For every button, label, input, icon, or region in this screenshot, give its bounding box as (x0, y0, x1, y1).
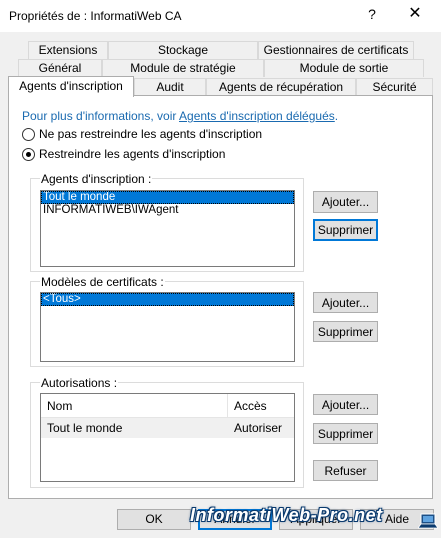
tab-module-sortie[interactable]: Module de sortie (264, 59, 424, 77)
templates-remove-button[interactable]: Supprimer (313, 321, 378, 342)
agents-add-button[interactable]: Ajouter... (313, 191, 378, 213)
info-text: Pour plus d'informations, voir Agents d'… (22, 109, 338, 123)
column-access[interactable]: Accès (228, 394, 267, 417)
delegated-agents-link[interactable]: Agents d'inscription délégués (179, 109, 335, 123)
list-item[interactable]: <Tous> (41, 293, 294, 306)
templates-listbox[interactable]: <Tous> (40, 292, 295, 362)
permissions-remove-button[interactable]: Supprimer (313, 423, 378, 444)
agents-listbox[interactable]: Tout le monde INFORMATIWEB\IWAgent (40, 190, 295, 267)
deny-button[interactable]: Refuser (313, 460, 378, 481)
row-access: Autoriser (234, 421, 283, 435)
radio-label: Ne pas restreindre les agents d'inscript… (39, 127, 263, 141)
title-bar: Propriétés de : InformatiWeb CA ? ✕ (0, 0, 441, 32)
ok-button[interactable]: OK (117, 509, 191, 530)
column-name[interactable]: Nom (41, 394, 228, 417)
tab-general[interactable]: Général (18, 59, 102, 77)
radio-indicator (22, 127, 35, 141)
agents-label: Agents d'inscription : (40, 172, 153, 186)
agents-remove-button[interactable]: Supprimer (313, 219, 378, 241)
tab-securite[interactable]: Sécurité (356, 78, 433, 96)
watermark: InformatiWeb-Pro.net (190, 505, 383, 525)
permissions-header: Nom Accès (41, 394, 294, 418)
radio-restrict[interactable]: Restreindre les agents d'inscription (22, 147, 225, 161)
radio-label: Restreindre les agents d'inscription (39, 147, 226, 161)
tab-gestionnaires[interactable]: Gestionnaires de certificats (258, 41, 414, 59)
permissions-listview[interactable]: Nom Accès Tout le monde Autoriser (40, 393, 295, 482)
table-row[interactable]: Tout le monde Autoriser (41, 418, 294, 438)
info-suffix: . (334, 109, 339, 123)
templates-label: Modèles de certificats : (40, 275, 165, 289)
tab-stockage[interactable]: Stockage (108, 41, 258, 59)
info-prefix: Pour plus d'informations, voir (22, 109, 180, 123)
permissions-label: Autorisations : (40, 376, 119, 390)
templates-add-button[interactable]: Ajouter... (313, 292, 378, 313)
permissions-add-button[interactable]: Ajouter... (313, 394, 378, 415)
tab-module-strategie[interactable]: Module de stratégie (102, 59, 264, 77)
list-item[interactable]: INFORMATIWEB\IWAgent (41, 204, 294, 217)
radio-indicator (22, 147, 35, 161)
row-name: Tout le monde (47, 421, 123, 435)
help-button[interactable]: ? (362, 6, 382, 26)
window-title: Propriétés de : InformatiWeb CA (9, 9, 182, 23)
tab-extensions[interactable]: Extensions (28, 41, 108, 59)
laptop-icon (418, 513, 438, 529)
close-button[interactable]: ✕ (402, 3, 428, 27)
tab-agents-recuperation[interactable]: Agents de récupération (206, 78, 356, 96)
tab-agents-inscription[interactable]: Agents d'inscription (8, 76, 134, 97)
tab-audit[interactable]: Audit (134, 78, 206, 96)
radio-no-restrict[interactable]: Ne pas restreindre les agents d'inscript… (22, 127, 262, 141)
list-item[interactable]: Tout le monde (41, 191, 294, 204)
